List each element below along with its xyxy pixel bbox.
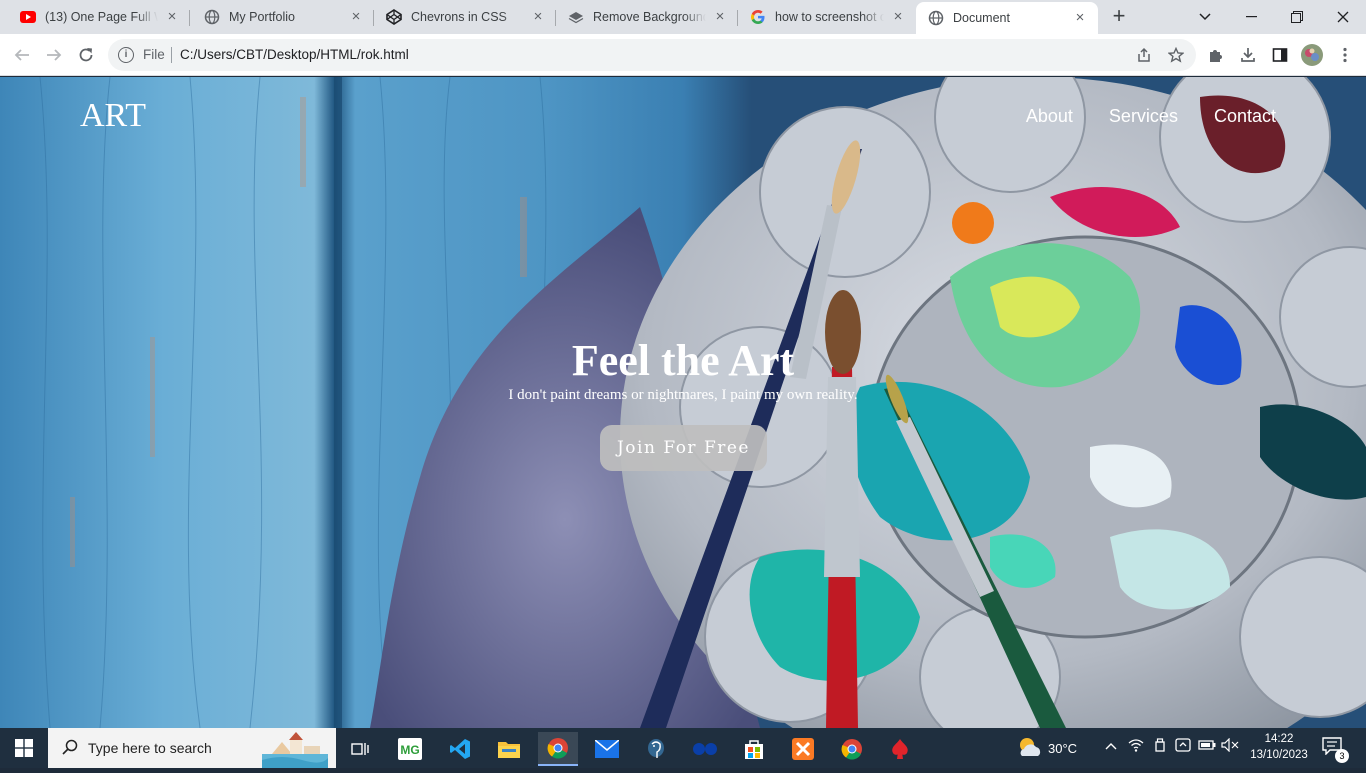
close-window-button[interactable] [1320, 0, 1366, 34]
tab-separator [189, 10, 190, 26]
globe-icon [928, 10, 944, 26]
tab-title: how to screenshot on [775, 10, 884, 24]
chrome-icon[interactable] [538, 732, 578, 766]
tab-my-portfolio[interactable]: My Portfolio × [192, 2, 374, 32]
start-button[interactable] [0, 728, 48, 768]
close-tab-icon[interactable]: × [530, 9, 546, 25]
layers-icon [568, 9, 584, 25]
partly-cloudy-icon [1016, 736, 1042, 761]
tab-chevrons-css[interactable]: Chevrons in CSS × [374, 2, 556, 32]
minimize-button[interactable] [1228, 0, 1274, 34]
notification-count-badge: 3 [1335, 749, 1349, 763]
share-icon[interactable] [1136, 47, 1152, 63]
forward-button[interactable] [40, 41, 68, 69]
search-icon [62, 739, 78, 760]
search-placeholder: Type here to search [88, 740, 212, 756]
wifi-icon[interactable] [1126, 738, 1146, 755]
join-for-free-button[interactable]: Join For Free [600, 425, 767, 471]
address-divider [171, 47, 172, 63]
tab-title: (13) One Page Full We [45, 10, 158, 24]
weather-widget[interactable]: 30°C [1016, 728, 1077, 768]
tab-youtube[interactable]: (13) One Page Full We × [8, 2, 190, 32]
usb-device-icon[interactable] [1150, 738, 1170, 755]
globe-icon [204, 9, 220, 25]
close-tab-icon[interactable]: × [164, 9, 180, 25]
search-highlight-illustration [262, 730, 328, 768]
battery-icon[interactable] [1197, 738, 1217, 753]
chrome-icon[interactable] [832, 732, 872, 766]
task-view-icon[interactable] [340, 732, 380, 766]
hero-tagline: I don't paint dreams or nightmares, I pa… [508, 387, 858, 403]
close-tab-icon[interactable]: × [712, 9, 728, 25]
browser-toolbar: i File C:/Users/CBT/Desktop/HTML/rok.htm… [0, 34, 1366, 76]
profile-avatar[interactable] [1300, 43, 1324, 67]
close-tab-icon[interactable]: × [890, 9, 906, 25]
store-icon[interactable] [734, 732, 774, 766]
restore-button[interactable] [1274, 0, 1320, 34]
site-header: ART About Services Contact [0, 77, 1366, 157]
close-tab-icon[interactable]: × [1072, 10, 1088, 26]
tab-title: Remove Background [593, 10, 706, 24]
site-nav: About Services Contact [1026, 106, 1276, 127]
close-tab-icon[interactable]: × [348, 9, 364, 25]
google-icon [750, 9, 766, 25]
tab-search-chevron-icon[interactable] [1182, 0, 1228, 34]
url-text[interactable]: C:/Users/CBT/Desktop/HTML/rok.html [180, 47, 409, 62]
windows-logo-icon [15, 739, 33, 757]
site-logo[interactable]: ART [80, 97, 146, 135]
dots-app-icon[interactable] [685, 732, 725, 766]
reload-button[interactable] [72, 41, 100, 69]
bookmark-star-icon[interactable] [1168, 47, 1184, 63]
postgres-icon[interactable] [636, 732, 676, 766]
tab-document-active[interactable]: Document × [916, 2, 1098, 34]
address-bar[interactable]: i File C:/Users/CBT/Desktop/HTML/rok.htm… [108, 39, 1196, 71]
meet-now-icon[interactable] [1173, 738, 1193, 755]
svg-text:MG: MG [400, 743, 419, 757]
file-explorer-icon[interactable] [489, 732, 529, 766]
poker-icon[interactable] [880, 732, 920, 766]
weather-temperature: 30°C [1048, 740, 1078, 756]
tab-title: Chevrons in CSS [411, 10, 507, 24]
site-info-icon[interactable]: i [118, 47, 134, 63]
download-icon[interactable] [1238, 44, 1258, 66]
windows-taskbar: Type here to search MG 30°C 14:22 13/10/… [0, 728, 1366, 768]
volume-muted-icon[interactable] [1220, 737, 1240, 755]
nav-services-link[interactable]: Services [1109, 106, 1178, 127]
web-page-viewport: ART About Services Contact Feel the Art … [0, 77, 1366, 728]
hero-headline: Feel the Art [571, 336, 795, 385]
show-hidden-icons-chevron[interactable] [1101, 738, 1121, 753]
new-tab-button[interactable]: + [1106, 5, 1132, 29]
notification-center-icon[interactable]: 3 [1322, 737, 1349, 763]
scheme-label: File [143, 47, 165, 62]
side-panel-icon[interactable] [1270, 44, 1290, 66]
nav-about-link[interactable]: About [1026, 106, 1073, 127]
back-button[interactable] [8, 41, 36, 69]
mg-app-icon[interactable]: MG [390, 732, 430, 766]
tab-title: My Portfolio [229, 10, 295, 24]
taskbar-clock[interactable]: 14:22 13/10/2023 [1250, 731, 1308, 763]
youtube-icon [20, 9, 36, 25]
tab-remove-background[interactable]: Remove Background × [556, 2, 738, 32]
mail-icon[interactable] [587, 732, 627, 766]
codepen-icon [386, 9, 402, 25]
clock-time: 14:22 [1264, 733, 1294, 745]
vscode-icon[interactable] [440, 732, 480, 766]
browser-tab-strip: (13) One Page Full We × My Portfolio × C… [0, 0, 1366, 34]
xampp-icon[interactable] [783, 732, 823, 766]
nav-contact-link[interactable]: Contact [1214, 106, 1276, 127]
clock-date: 13/10/2023 [1250, 749, 1308, 761]
tab-google-search[interactable]: how to screenshot on × [738, 2, 916, 32]
more-menu-icon[interactable] [1335, 44, 1355, 66]
taskbar-search-box[interactable]: Type here to search [48, 728, 336, 768]
extensions-puzzle-icon[interactable] [1206, 44, 1226, 66]
tab-title: Document [953, 11, 1010, 25]
